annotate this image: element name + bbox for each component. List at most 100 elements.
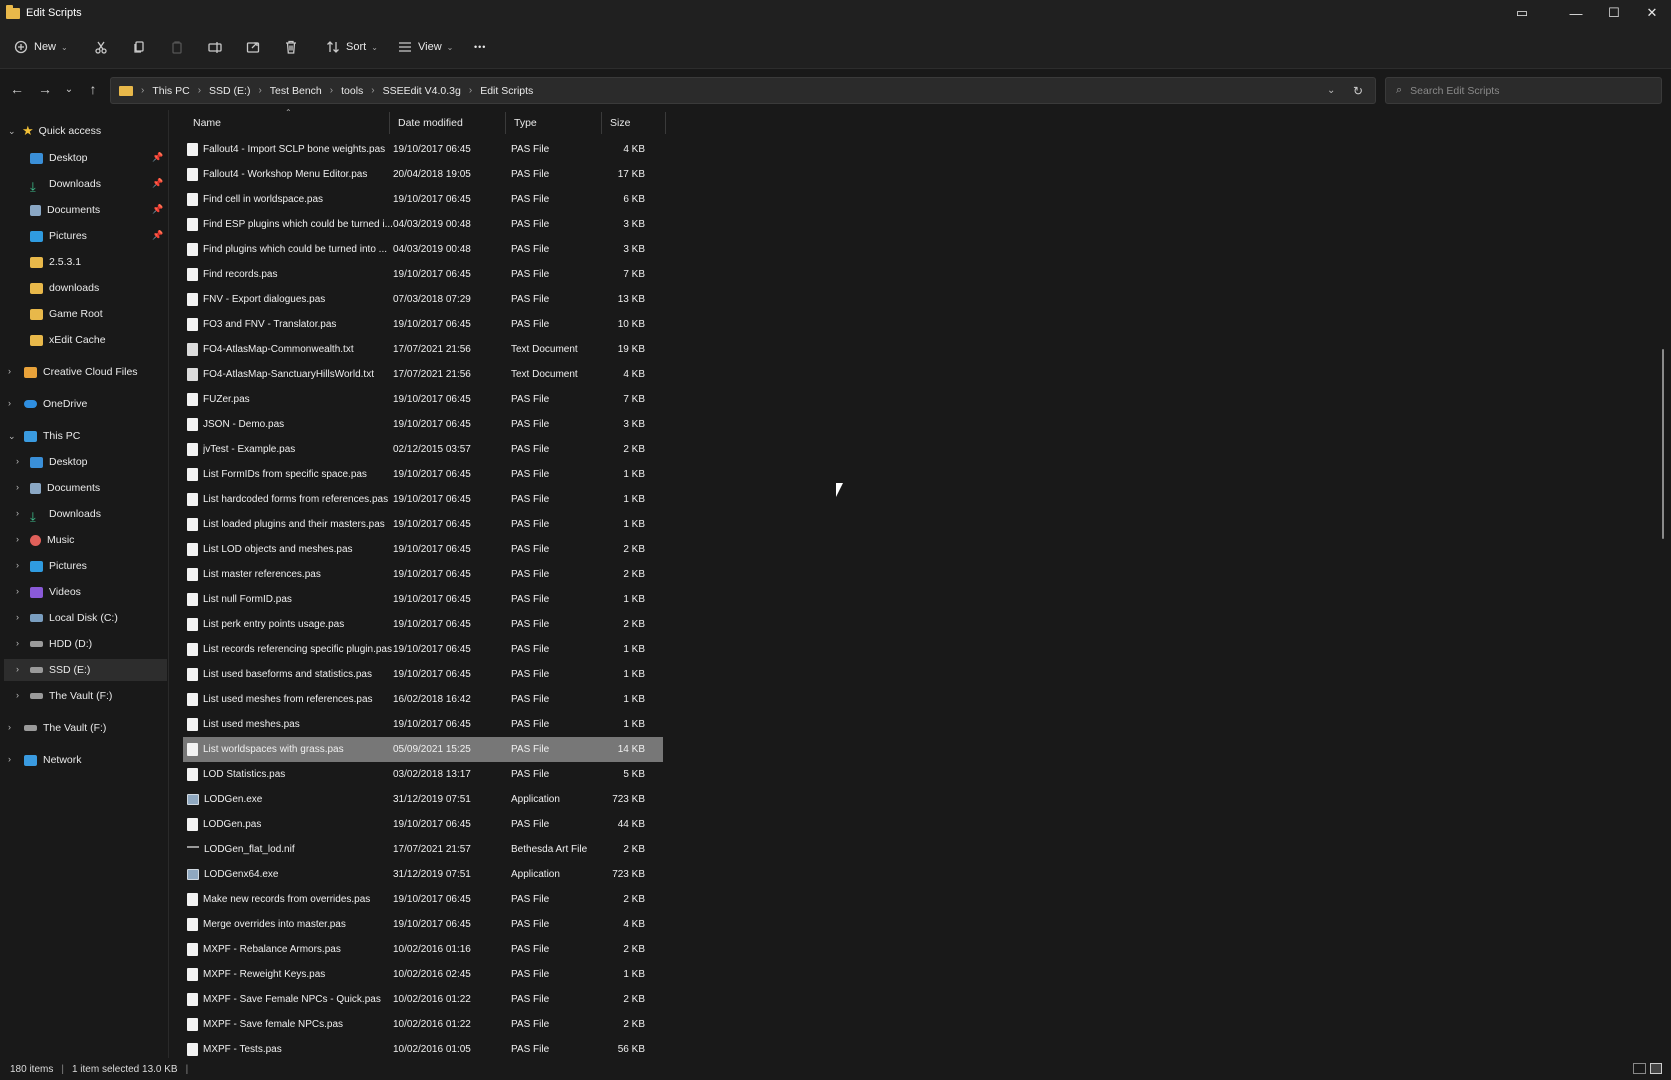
breadcrumb-ssd[interactable]: SSD (E:) (209, 85, 250, 97)
chevron-down-icon[interactable]: ⌄ (8, 431, 16, 442)
minimize-button[interactable]: — (1558, 0, 1594, 26)
up-arrow-icon[interactable]: ↑ (84, 80, 102, 98)
share-button[interactable] (246, 33, 260, 61)
sidebar-item-downloads[interactable]: ⤓ Downloads (30, 173, 101, 195)
view-button[interactable]: View ⌄ (398, 33, 453, 61)
close-button[interactable]: ✕ (1634, 0, 1670, 26)
pin-icon[interactable]: 📌 (152, 152, 163, 163)
file-row[interactable]: MXPF - Reweight Keys.pas 10/02/2016 02:45… (183, 962, 663, 987)
file-row[interactable]: MXPF - Rebalance Armors.pas 10/02/2016 01… (183, 937, 663, 962)
cut-button[interactable] (94, 33, 108, 61)
sidebar-item-pc-downloads[interactable]: ⤓ Downloads (30, 503, 101, 525)
chevron-right-icon[interactable]: › (16, 612, 19, 622)
breadcrumb-tools[interactable]: tools (341, 85, 363, 97)
pin-icon[interactable]: 📌 (152, 178, 163, 189)
refresh-icon[interactable]: ↻ (1353, 84, 1363, 98)
sidebar-item-pc-music[interactable]: Music (30, 529, 74, 551)
file-row[interactable]: List master references.pas 19/10/2017 06:… (183, 562, 663, 587)
column-name[interactable]: Name (185, 112, 390, 134)
breadcrumb-edit-scripts[interactable]: Edit Scripts (480, 85, 533, 97)
chevron-right-icon[interactable]: › (16, 508, 19, 518)
tiles-view-icon[interactable] (1650, 1063, 1662, 1074)
file-row[interactable]: FO3 and FNV - Translator.pas 19/10/2017 0… (183, 312, 663, 337)
rename-button[interactable] (208, 33, 222, 61)
file-row[interactable]: FNV - Export dialogues.pas 07/03/2018 07:… (183, 287, 663, 312)
address-dropdown-chevron-icon[interactable]: ⌄ (1327, 85, 1335, 96)
column-size[interactable]: Size (602, 112, 666, 134)
file-row[interactable]: JSON - Demo.pas 19/10/2017 06:45 PAS File 3… (183, 412, 663, 437)
file-row[interactable]: List used baseforms and statistics.pas 19… (183, 662, 663, 687)
breadcrumb-sseedit[interactable]: SSEEdit V4.0.3g (383, 85, 461, 97)
file-row[interactable]: List null FormID.pas 19/10/2017 06:45 PAS … (183, 587, 663, 612)
sidebar-item-xedit-cache[interactable]: xEdit Cache (30, 329, 106, 351)
file-row[interactable]: List used meshes from references.pas 16/0… (183, 687, 663, 712)
file-row[interactable]: List used meshes.pas 19/10/2017 06:45 PAS … (183, 712, 663, 737)
sidebar-item-folder-2531[interactable]: 2.5.3.1 (30, 251, 81, 273)
sidebar-item-this-pc[interactable]: This PC (24, 425, 80, 447)
chevron-down-icon[interactable]: ⌄ (8, 126, 16, 137)
chevron-right-icon[interactable]: › (8, 722, 11, 732)
sort-button[interactable]: Sort ⌄ (326, 33, 378, 61)
file-row[interactable]: Find plugins which could be turned into … (183, 237, 663, 262)
new-button[interactable]: New ⌄ (14, 33, 68, 61)
sidebar-item-quick-access[interactable]: ★ Quick access (22, 120, 101, 142)
sidebar-item-game-root[interactable]: Game Root (30, 303, 103, 325)
sidebar-item-vault-f[interactable]: The Vault (F:) (30, 685, 112, 707)
chevron-right-icon[interactable]: › (16, 638, 19, 648)
sidebar-item-pictures[interactable]: Pictures (30, 225, 87, 247)
chevron-right-icon[interactable]: › (16, 664, 19, 674)
sidebar-item-network[interactable]: Network (24, 749, 82, 771)
file-row[interactable]: LODGenx64.exe 31/12/2019 07:51 Application… (183, 862, 663, 887)
sidebar-item-pc-pictures[interactable]: Pictures (30, 555, 87, 577)
sidebar-item-onedrive[interactable]: OneDrive (24, 393, 87, 415)
chevron-right-icon[interactable]: › (16, 560, 19, 570)
file-row[interactable]: List loaded plugins and their masters.pa… (183, 512, 663, 537)
chevron-right-icon[interactable]: › (16, 482, 19, 492)
more-options-button[interactable]: ••• (474, 33, 486, 61)
file-row[interactable]: FO4-AtlasMap-Commonwealth.txt 17/07/2021 … (183, 337, 663, 362)
column-date-modified[interactable]: Date modified (390, 112, 506, 134)
sidebar-item-ssd-e[interactable]: SSD (E:) (4, 659, 167, 681)
file-row[interactable]: FO4-AtlasMap-SanctuaryHillsWorld.txt 17/0… (183, 362, 663, 387)
maximize-button[interactable]: ☐ (1596, 0, 1632, 26)
address-bar[interactable]: › This PC › SSD (E:) › Test Bench › tool… (110, 77, 1376, 104)
search-input[interactable]: ⌕ Search Edit Scripts (1385, 77, 1662, 104)
file-row[interactable]: LOD Statistics.pas 03/02/2018 13:17 PAS Fi… (183, 762, 663, 787)
breadcrumb-test-bench[interactable]: Test Bench (270, 85, 322, 97)
recent-locations-chevron-icon[interactable]: ⌄ (60, 80, 78, 98)
file-row[interactable]: MXPF - Save female NPCs.pas 10/02/2016 01… (183, 1012, 663, 1037)
chevron-right-icon[interactable]: › (16, 534, 19, 544)
column-type[interactable]: Type (506, 112, 602, 134)
paste-button[interactable] (170, 33, 184, 61)
file-row[interactable]: List records referencing specific plugin… (183, 637, 663, 662)
file-row[interactable]: LODGen.pas 19/10/2017 06:45 PAS File 44 KB (183, 812, 663, 837)
details-view-icon[interactable] (1633, 1063, 1646, 1074)
file-row[interactable]: FUZer.pas 19/10/2017 06:45 PAS File 7 KB (183, 387, 663, 412)
file-row[interactable]: jvTest - Example.pas 02/12/2015 03:57 PAS … (183, 437, 663, 462)
sidebar-item-pc-videos[interactable]: Videos (30, 581, 81, 603)
file-row[interactable]: Fallout4 - Workshop Menu Editor.pas 20/04… (183, 162, 663, 187)
vertical-scrollbar[interactable] (1662, 349, 1664, 539)
snap-layout-icon[interactable]: ▭ (1504, 0, 1540, 26)
file-row[interactable]: List hardcoded forms from references.pas… (183, 487, 663, 512)
file-row[interactable]: Make new records from overrides.pas 19/10… (183, 887, 663, 912)
file-row[interactable]: Find ESP plugins which could be turned i… (183, 212, 663, 237)
delete-button[interactable] (284, 33, 298, 61)
sidebar-item-folder-downloads[interactable]: downloads (30, 277, 99, 299)
sidebar-item-vault-f-root[interactable]: The Vault (F:) (24, 717, 106, 739)
pin-icon[interactable]: 📌 (152, 230, 163, 241)
chevron-right-icon[interactable]: › (16, 690, 19, 700)
breadcrumb-this-pc[interactable]: This PC (152, 85, 189, 97)
file-row[interactable]: List FormIDs from specific space.pas 19/1… (183, 462, 663, 487)
file-row[interactable]: LODGen.exe 31/12/2019 07:51 Application 723… (183, 787, 663, 812)
sidebar-item-creative-cloud[interactable]: Creative Cloud Files (24, 361, 138, 383)
chevron-right-icon[interactable]: › (8, 754, 11, 764)
back-arrow-icon[interactable]: ← (8, 80, 26, 98)
chevron-right-icon[interactable]: › (16, 586, 19, 596)
sidebar-item-pc-documents[interactable]: Documents (30, 477, 100, 499)
file-row[interactable]: MXPF - Save Female NPCs - Quick.pas 10/02… (183, 987, 663, 1012)
copy-button[interactable] (132, 33, 146, 61)
sidebar-item-hdd-d[interactable]: HDD (D:) (30, 633, 92, 655)
chevron-right-icon[interactable]: › (16, 456, 19, 466)
file-row[interactable]: Merge overrides into master.pas 19/10/201… (183, 912, 663, 937)
